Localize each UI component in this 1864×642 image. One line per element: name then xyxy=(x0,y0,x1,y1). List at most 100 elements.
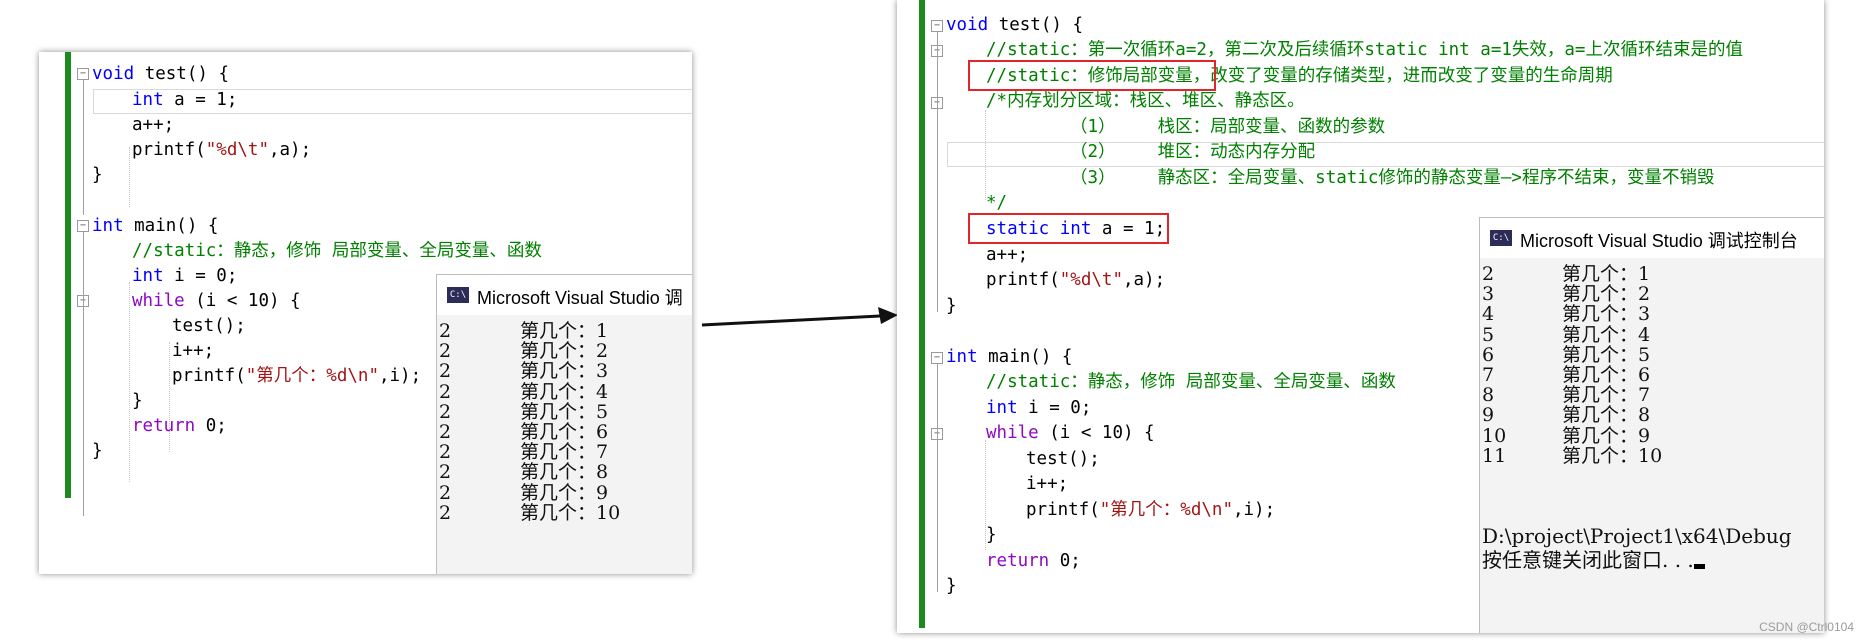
console-title-bar[interactable]: C:\ Microsoft Visual Studio 调 xyxy=(437,275,692,315)
annotation-box xyxy=(968,60,1216,91)
code-line: int main() { xyxy=(92,214,218,239)
console-cursor xyxy=(1693,564,1705,569)
code-keyword: return xyxy=(986,551,1050,571)
code-text: test() { xyxy=(134,64,229,84)
code-function: printf( xyxy=(172,366,246,386)
code-line: } xyxy=(132,391,143,411)
console-line-text: 第几个：6 xyxy=(520,421,609,443)
code-keyword: return xyxy=(132,416,196,436)
console-line-text: 第几个：3 xyxy=(520,360,609,383)
code-text: a = 1; xyxy=(163,90,238,110)
console-title: Microsoft Visual Studio 调 xyxy=(477,288,683,308)
code-line: while (i < 10) { xyxy=(986,421,1155,446)
console-line-text: 第几个：4 xyxy=(520,380,609,403)
fold-toggle-icon[interactable]: − xyxy=(77,220,89,232)
code-line: void test() { xyxy=(92,62,229,87)
code-keyword: int xyxy=(986,398,1018,418)
code-text: ,i); xyxy=(1232,500,1276,520)
console-line-number: 11 xyxy=(1482,444,1507,467)
code-comment: （3） 静态区：全局变量、static修饰的静态变量—>程序不结束，变量不销毁 xyxy=(1070,168,1715,188)
code-comment: （1） 栈区：局部变量、函数的参数 xyxy=(1070,117,1386,137)
console-line-number: 4 xyxy=(1482,303,1495,326)
fold-guide-line xyxy=(937,32,938,312)
arrow-shaft xyxy=(701,314,881,327)
code-comment: 改变了变量的存储类型，进而改变了变量的生命周期 xyxy=(1210,66,1613,86)
indent-guide xyxy=(129,147,130,207)
code-line: int main() { xyxy=(946,345,1072,370)
code-keyword: int xyxy=(132,90,164,110)
code-line: int i = 0; xyxy=(132,264,237,289)
fold-toggle-icon[interactable]: − xyxy=(77,68,89,80)
code-text: i = 0; xyxy=(163,266,238,286)
console-line-text: 第几个：10 xyxy=(520,501,621,524)
code-comment: /*内存划分区域：栈区、堆区、静态区。 xyxy=(986,91,1305,111)
code-string: "第几个：%d\n" xyxy=(245,366,379,386)
fold-toggle-icon[interactable]: − xyxy=(931,352,943,364)
console-line-text: 第几个：8 xyxy=(520,461,609,484)
code-text: ,i); xyxy=(378,366,422,386)
console-line-number: 3 xyxy=(1482,283,1495,306)
right-editor-panel: − − − − − void test() { //static：第一次循环a=… xyxy=(897,0,1824,633)
code-keyword: int xyxy=(946,347,978,367)
code-string: "%d\t" xyxy=(205,140,269,160)
code-line: printf("%d\t",a); xyxy=(132,138,311,163)
code-keyword: while xyxy=(132,291,185,311)
code-line: return 0; xyxy=(132,414,227,439)
console-line-number: 9 xyxy=(1482,404,1495,427)
console-line-number: 5 xyxy=(1482,323,1495,346)
debug-console-window[interactable]: C:\ Microsoft Visual Studio 调 2 第几个：1 2 第几个… xyxy=(436,274,692,574)
code-function: printf( xyxy=(1026,500,1100,520)
console-close-text: 按任意键关闭此窗口. . . xyxy=(1482,548,1694,572)
debug-console-window[interactable]: C:\ Microsoft Visual Studio 调试控制台 2 第几个：1… xyxy=(1479,217,1824,633)
code-text: main() { xyxy=(977,347,1073,367)
console-app-icon: C:\ xyxy=(447,287,469,303)
code-line: i++; xyxy=(172,341,215,361)
console-title-bar[interactable]: C:\ Microsoft Visual Studio 调试控制台 xyxy=(1480,218,1824,258)
code-line: } xyxy=(92,165,103,185)
console-line-text: 第几个：9 xyxy=(1562,424,1651,447)
console-line-number: 2 xyxy=(439,501,452,524)
fold-guide-line xyxy=(83,307,84,467)
watermark: CSDN @Ctrl0104 xyxy=(1759,620,1854,634)
fold-toggle-icon[interactable]: − xyxy=(931,20,943,32)
code-line: a++; xyxy=(132,115,175,135)
code-line: test(); xyxy=(172,316,246,336)
code-comment: （2） 堆区：动态内存分配 xyxy=(1070,142,1316,162)
code-line: } xyxy=(946,296,957,316)
code-line: a++; xyxy=(986,245,1029,265)
console-line-text: 第几个：7 xyxy=(520,441,609,464)
code-line: } xyxy=(946,576,957,596)
console-line-number: 2 xyxy=(439,481,452,504)
console-line-number: 2 xyxy=(1482,263,1495,285)
console-line-number: 8 xyxy=(1482,384,1495,407)
console-path: D:\project\Project1\x64\Debug xyxy=(1482,524,1792,548)
code-line: printf("第几个：%d\n",i); xyxy=(172,364,421,389)
console-line-number: 2 xyxy=(439,340,452,363)
code-text: 0; xyxy=(195,416,227,436)
console-line-text: 第几个：3 xyxy=(1562,303,1651,326)
console-title: Microsoft Visual Studio 调试控制台 xyxy=(1520,231,1798,251)
fold-guide-line xyxy=(83,80,84,215)
code-text: ,a); xyxy=(268,140,312,160)
annotation-box xyxy=(968,213,1169,244)
code-text: main() { xyxy=(123,216,219,236)
code-comment: //static：静态，修饰 局部变量、全局变量、函数 xyxy=(986,372,1396,392)
code-line: return 0; xyxy=(986,549,1081,574)
arrow-head-icon xyxy=(878,307,898,324)
console-line-number: 6 xyxy=(1482,343,1495,366)
console-line-number: 2 xyxy=(439,360,452,383)
console-close-message: 按任意键关闭此窗口. . . xyxy=(1482,548,1705,572)
console-line-text: 第几个：2 xyxy=(520,340,609,363)
console-line-text: 第几个：5 xyxy=(520,400,609,423)
code-line: printf("%d\t",a); xyxy=(986,268,1165,293)
code-keyword: while xyxy=(986,423,1039,443)
code-keyword: void xyxy=(946,15,989,35)
console-line-number: 2 xyxy=(439,380,452,403)
console-line-number: 2 xyxy=(439,461,452,484)
left-editor-panel: − − − void test() { int a = 1; a++; prin… xyxy=(39,52,692,574)
console-line-number: 10 xyxy=(1482,424,1507,447)
code-keyword: int xyxy=(92,216,124,236)
code-comment: //static：静态，修饰 局部变量、全局变量、函数 xyxy=(132,241,542,261)
console-line-text: 第几个：7 xyxy=(1562,384,1651,407)
console-line-number: 2 xyxy=(439,320,452,342)
